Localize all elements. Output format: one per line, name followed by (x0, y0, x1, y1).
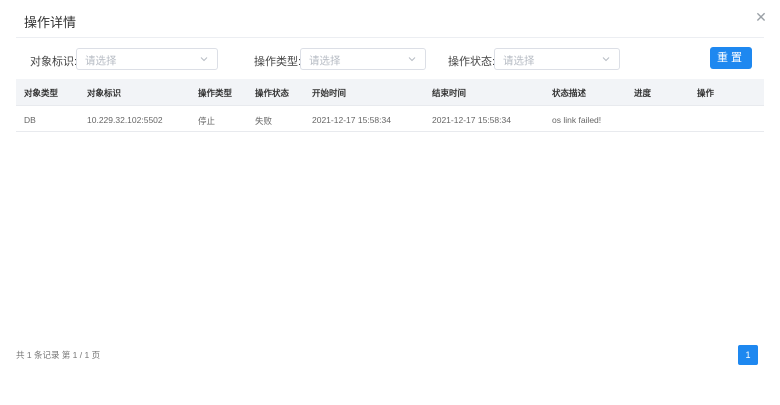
column-header: 状态描述 (552, 88, 587, 98)
pagination-summary: 共 1 条记录 第 1 / 1 页 (16, 350, 101, 360)
column-header: 操作类型 (198, 88, 233, 98)
cell-object-type: DB (24, 115, 36, 125)
cell-status-desc: os link failed! (552, 115, 602, 125)
object-id-select[interactable]: 请选择 (76, 48, 218, 70)
column-header: 结束时间 (432, 88, 467, 98)
reset-button[interactable]: 重置 (710, 47, 752, 69)
column-header: 操作 (697, 88, 715, 98)
page-button-current[interactable]: 1 (738, 345, 758, 365)
column-header: 开始时间 (312, 88, 347, 98)
object-id-label: 对象标识: (30, 56, 78, 68)
table-row[interactable]: DB 10.229.32.102:5502 停止 失败 2021-12-17 1… (16, 106, 764, 132)
object-id-placeholder: 请选择 (85, 55, 117, 67)
operation-details-dialog: 操作详情 ✕ 对象标识: 请选择 操作类型: 请选择 操作状态: 请选择 重置 … (0, 0, 780, 405)
filter-bar: 对象标识: 请选择 操作类型: 请选择 操作状态: 请选择 (0, 48, 780, 72)
chevron-down-icon (200, 57, 208, 62)
cell-object-id: 10.229.32.102:5502 (87, 115, 163, 125)
column-header: 对象类型 (24, 88, 59, 98)
op-type-select[interactable]: 请选择 (300, 48, 426, 70)
cell-op-status: 失败 (255, 116, 273, 126)
header-divider (16, 37, 764, 38)
chevron-down-icon (408, 57, 416, 62)
column-header: 进度 (634, 88, 652, 98)
column-header: 对象标识 (87, 88, 122, 98)
op-status-select[interactable]: 请选择 (494, 48, 620, 70)
column-header: 操作状态 (255, 88, 290, 98)
cell-end-time: 2021-12-17 15:58:34 (432, 115, 511, 125)
cell-op-type: 停止 (198, 116, 216, 126)
dialog-title: 操作详情 (24, 15, 77, 30)
operations-table: 对象类型 对象标识 操作类型 操作状态 开始时间 结束时间 状态描述 进度 操作… (16, 79, 764, 132)
op-status-placeholder: 请选择 (503, 55, 535, 67)
op-status-label: 操作状态: (448, 56, 496, 68)
close-icon[interactable]: ✕ (754, 10, 768, 24)
op-type-placeholder: 请选择 (309, 55, 341, 67)
cell-start-time: 2021-12-17 15:58:34 (312, 115, 391, 125)
chevron-down-icon (602, 57, 610, 62)
table-header: 对象类型 对象标识 操作类型 操作状态 开始时间 结束时间 状态描述 进度 操作 (16, 79, 764, 106)
op-type-label: 操作类型: (254, 56, 302, 68)
